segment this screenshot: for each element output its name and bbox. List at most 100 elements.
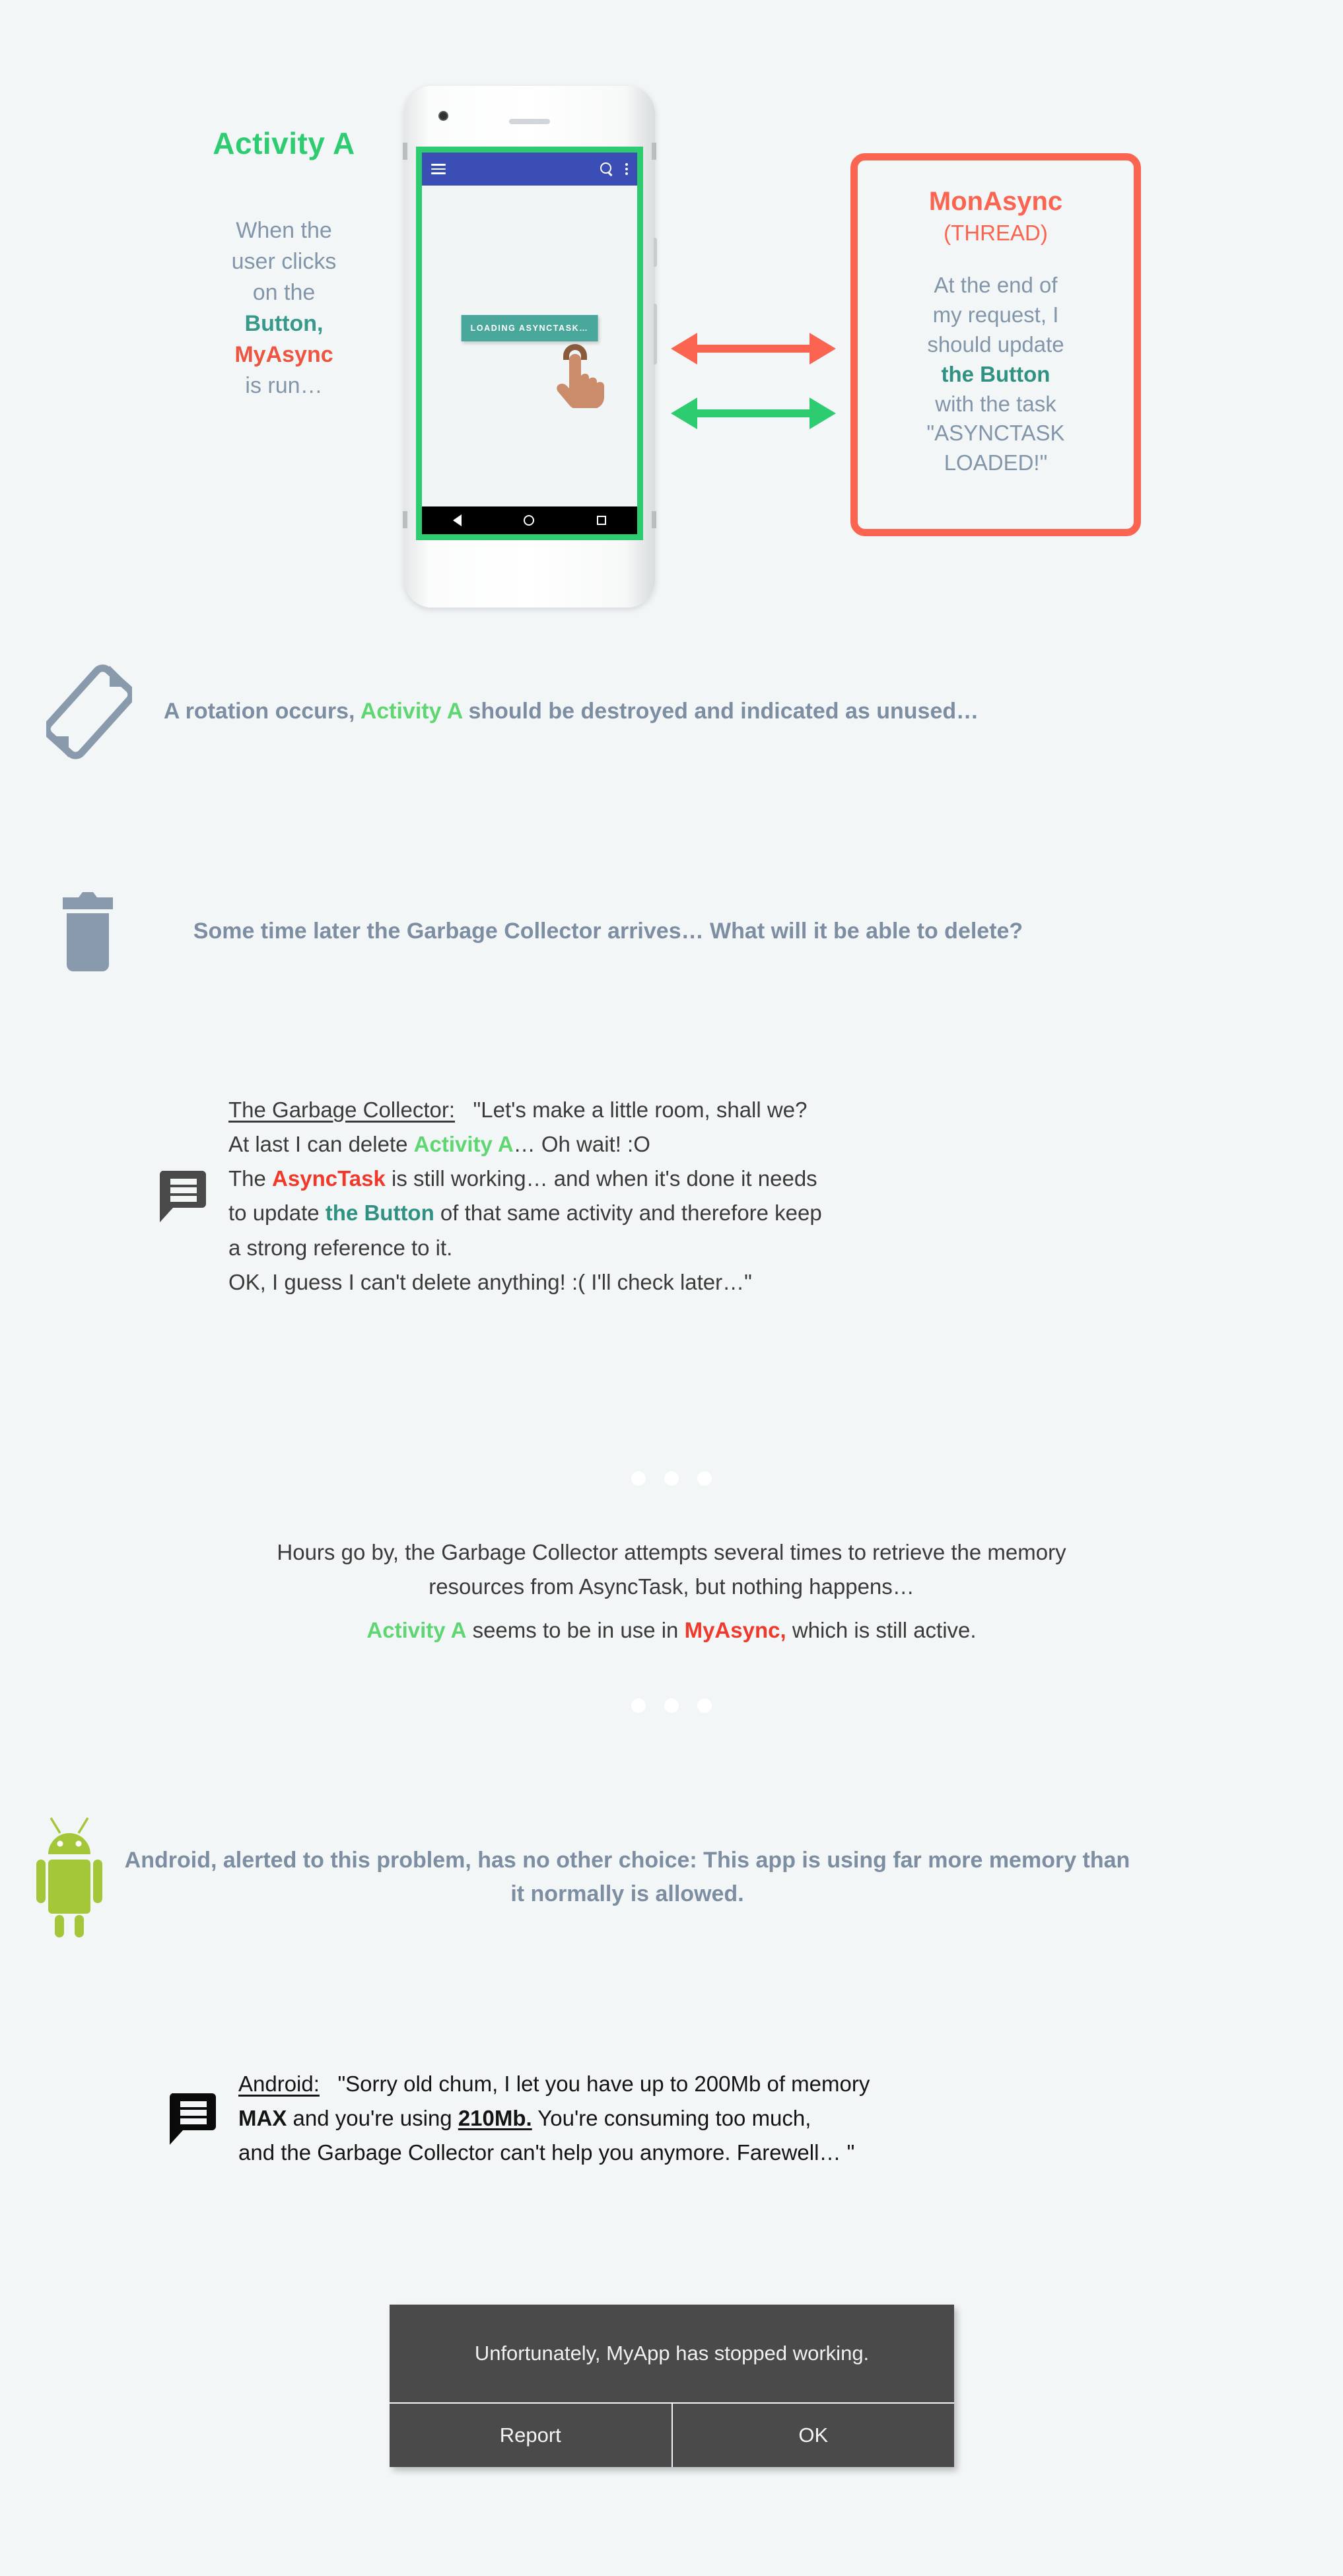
android-speech-text: Android: "Sorry old chum, I let you have… (238, 2067, 870, 2170)
monasync-card: MonAsync (THREAD) At the end of my reque… (850, 153, 1141, 536)
desc-line-1: When the (236, 218, 332, 243)
dot (664, 1698, 679, 1713)
gc-speech-line-4: to update the Button of that same activi… (228, 1196, 822, 1230)
gc-quote-open: "Let's make a little room, shall we? (473, 1097, 808, 1122)
arrow-green (671, 394, 836, 436)
hours-myasync-highlight: MyAsync, (684, 1618, 786, 1643)
phone-antenna-band (403, 143, 407, 160)
crash-dialog-message: Unfortunately, MyApp has stopped working… (474, 2342, 870, 2365)
dot (697, 1471, 712, 1486)
speech-bubble-icon (169, 2093, 216, 2145)
android-robot-icon (36, 1817, 102, 1937)
hours-l3-end: which is still active. (786, 1618, 977, 1643)
hours-line-1: Hours go by, the Garbage Collector attem… (277, 1540, 1066, 1564)
trash-icon (63, 892, 113, 971)
phone-antenna-band (652, 143, 656, 160)
gc-button-highlight: the Button (325, 1201, 434, 1226)
monasync-title: MonAsync (928, 187, 1063, 216)
garbage-collector-section: Some time later the Garbage Collector ar… (56, 888, 1245, 974)
dot (697, 1698, 712, 1713)
android-max-label: MAX (238, 2106, 287, 2131)
crash-dialog-actions: Report OK (390, 2402, 954, 2467)
monasync-body: At the end of my request, I should updat… (907, 271, 1084, 478)
gc-speech-line-5: a strong reference to it. (228, 1235, 453, 1260)
android-quote-open: "Sorry old chum, I let you have up to 20… (337, 2071, 870, 2096)
app-bar-actions (600, 162, 628, 176)
mon-line-5: "ASYNCTASK (926, 421, 1065, 446)
report-button[interactable]: Report (390, 2404, 672, 2467)
gc-l3-b: is still working… and when it's done it … (385, 1166, 817, 1191)
home-circle-icon[interactable] (524, 515, 535, 526)
gc-l3-a: The (228, 1166, 273, 1191)
android-l2-b: You're consuming too much, (532, 2106, 811, 2131)
dots-separator-1 (0, 1471, 1343, 1486)
rotation-section: A rotation occurs, Activity A should be … (46, 660, 1235, 763)
android-speech-line-1: Android: "Sorry old chum, I let you have… (238, 2067, 870, 2101)
gc-l4-a: to update (228, 1201, 326, 1226)
dot (664, 1471, 679, 1486)
desc-line-2: user clicks (231, 248, 337, 274)
power-button[interactable] (654, 304, 657, 365)
gc-speech-line-3: The AsyncTask is still working… and when… (228, 1162, 822, 1196)
volume-button[interactable] (654, 238, 657, 267)
hours-line-3: Activity A seems to be in use in MyAsync… (44, 1613, 1299, 1648)
android-speech-line-3: and the Garbage Collector can't help you… (238, 2140, 855, 2165)
screen-rotation-icon (46, 664, 132, 759)
activity-a-screen: LOADING ASYNCTASK… (416, 147, 643, 540)
mon-button-label: the Button (941, 361, 1050, 386)
phone-mockup: LOADING ASYNCTASK… (403, 86, 657, 608)
tap-hand-icon (557, 344, 604, 408)
bidirectional-arrows (671, 329, 836, 436)
hours-section: Hours go by, the Garbage Collector attem… (44, 1535, 1299, 1648)
monasync-subtitle: (THREAD) (944, 221, 1048, 245)
activity-a-description: When the user clicks on the Button, MyAs… (152, 215, 416, 401)
android-memory-amount: 210Mb. (458, 2106, 532, 2131)
desc-line-3: on the (252, 279, 316, 305)
gc-activity-highlight: Activity A (413, 1132, 514, 1157)
rotation-text-pre: A rotation occurs, (163, 699, 361, 724)
loading-asynctask-button[interactable]: LOADING ASYNCTASK… (461, 315, 598, 341)
crash-dialog: Unfortunately, MyApp has stopped working… (390, 2305, 954, 2467)
dot (631, 1698, 646, 1713)
gc-l2-b: … Oh wait! :O (513, 1132, 650, 1157)
desc-button-label: Button, (244, 310, 324, 336)
recents-square-icon[interactable] (596, 516, 606, 525)
rotation-text: A rotation occurs, Activity A should be … (132, 695, 1010, 728)
desc-myasync-label: MyAsync (234, 341, 333, 367)
back-triangle-icon[interactable] (453, 514, 462, 526)
earpiece-speaker (509, 119, 550, 124)
dots-separator-2 (0, 1698, 1343, 1713)
gc-speech-section: The Garbage Collector: "Let's make a lit… (158, 1093, 1321, 1300)
rotation-text-post: should be destroyed and indicated as unu… (462, 699, 979, 724)
android-speech-section: Android: "Sorry old chum, I let you have… (168, 2067, 1330, 2170)
android-alert-text: Android, alerted to this problem, has no… (124, 1847, 1130, 1906)
activity-a-title: Activity A (213, 126, 355, 160)
screen-content: LOADING ASYNCTASK… (422, 186, 637, 534)
android-speech-line-2: MAX and you're using 210Mb. You're consu… (238, 2101, 870, 2136)
garbage-collector-text: Some time later the Garbage Collector ar… (193, 918, 1023, 944)
gc-l4-b: of that same activity and therefore keep (434, 1201, 822, 1226)
speech-bubble-icon (159, 1171, 206, 1223)
phone-antenna-band (652, 511, 656, 528)
search-icon[interactable] (600, 162, 613, 176)
mon-line-3: should update (927, 331, 1064, 357)
gc-asynctask-highlight: AsyncTask (272, 1166, 386, 1191)
dot (631, 1471, 646, 1486)
phone-antenna-band (403, 511, 407, 528)
arrow-red (671, 329, 836, 371)
more-vertical-icon[interactable] (625, 163, 628, 175)
gc-speech-line-1: The Garbage Collector: "Let's make a lit… (228, 1093, 822, 1127)
android-speaker-label: Android: (238, 2071, 320, 2096)
ok-button[interactable]: OK (671, 2404, 955, 2467)
hours-line-2: resources from AsyncTask, but nothing ha… (429, 1574, 914, 1599)
gc-speech-text: The Garbage Collector: "Let's make a lit… (228, 1093, 822, 1300)
mon-line-6: LOADED!" (944, 450, 1048, 475)
gc-l2-a: At last I can delete (228, 1132, 414, 1157)
diagram-section: Activity A When the user clicks on the B… (0, 0, 1343, 634)
app-bar (422, 153, 637, 186)
activity-a-column: Activity A When the user clicks on the B… (152, 125, 416, 401)
hamburger-icon[interactable] (431, 164, 446, 174)
gc-speech-line-6: OK, I guess I can't delete anything! :( … (228, 1269, 752, 1294)
mon-line-2: my request, I (932, 302, 1059, 327)
hours-l3-mid: seems to be in use in (466, 1618, 685, 1643)
